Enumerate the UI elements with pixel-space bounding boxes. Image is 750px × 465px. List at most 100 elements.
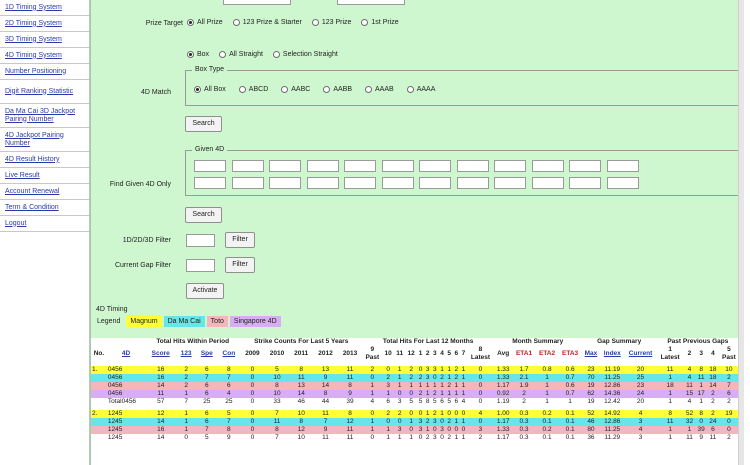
month-number: 6 [454, 350, 459, 357]
col-index-sort-link[interactable]: Index [600, 346, 624, 362]
sidebar-menu: 1D Timing System 2D Timing System 3D Timin… [0, 0, 89, 232]
radio-button[interactable] [281, 86, 289, 93]
given-4d-input[interactable] [344, 177, 376, 189]
given-4d-input[interactable] [456, 177, 489, 189]
given-4d-input[interactable] [456, 160, 489, 172]
col-max-sort-link[interactable]: Max [582, 346, 601, 362]
sidebar-item-3d-timing[interactable]: 3D Timing System [0, 32, 89, 48]
given-4d-input[interactable] [231, 160, 264, 172]
prize-target-option-123-prize[interactable]: 123 Prize [311, 19, 351, 26]
box-type-option-abcd[interactable]: ABCD [238, 86, 268, 93]
col-score-sort-link[interactable]: Score [145, 346, 176, 362]
table-row[interactable]: 2. 1245 12 1 6 5 0 7 10 11 8 0 2 2 0 0 1 2 1 0 0 0 4 1.00 0.3 0.2… [91, 410, 739, 418]
match-option-box[interactable]: Box [187, 51, 209, 58]
box-type-option-all-box[interactable]: All Box [194, 86, 226, 93]
box-type-option-aaab[interactable]: AAAB [365, 86, 394, 93]
sidebar-item-1d-timing[interactable]: 1D Timing System [0, 0, 89, 16]
table-row[interactable]: Total0456 57 7 25 25 0 33 46 44 39 4 6 3 5 5 8 5 6 5 6 4 0 1.1… [91, 398, 739, 406]
given-4d-input[interactable] [306, 177, 339, 189]
given-4d-input[interactable] [269, 160, 301, 172]
given-4d-input[interactable] [494, 177, 526, 189]
col-4d-sort-link[interactable]: 4D [107, 346, 145, 362]
sidebar-item-2d-timing[interactable]: 2D Timing System [0, 16, 89, 32]
sidebar-item-account-renewal[interactable]: Account Renewal [0, 184, 89, 200]
box-type-option-aabb[interactable]: AABB [323, 86, 352, 93]
prize-target-option-all-prize[interactable]: All Prize [187, 19, 223, 26]
given-4d-input[interactable] [381, 177, 414, 189]
given-4d-input[interactable] [306, 160, 339, 172]
table-cell: 15 [685, 390, 694, 397]
table-cell: 1 [425, 382, 430, 389]
table-row[interactable]: 1245 14 1 6 7 0 11 8 7 12 1 0 0 1 3 2 3 0 2 1 1 0 1.17 0.3 0.1 0.… [91, 418, 739, 426]
col-con-sort-link[interactable]: Con [218, 346, 241, 362]
gap-filter-input[interactable] [186, 259, 215, 272]
radio-button[interactable] [406, 86, 414, 93]
sidebar-item-damacai-3d-jackpot[interactable]: Da Ma Cai 3D Jackpot Pairing Number [0, 104, 89, 128]
table-row[interactable]: 0456 16 2 7 7 0 10 11 9 11 0 2 1 2 2 3 0 2 1 2 1 0 1.33 2.1 1 0.7… [91, 374, 739, 382]
given-4d-input[interactable] [269, 177, 301, 189]
sidebar-item-4d-timing[interactable]: 4D Timing System [0, 48, 89, 64]
box-type-option-aabc[interactable]: AABC [281, 86, 310, 93]
table-cell: 2 [454, 366, 459, 373]
given-4d-input[interactable] [494, 160, 526, 172]
given-4d-input[interactable] [606, 177, 639, 189]
radio-button[interactable] [272, 51, 280, 58]
gap-filter-button[interactable]: Filter [225, 257, 255, 273]
table-cell: 0 [461, 410, 466, 417]
sidebar-item-4d-jackpot[interactable]: 4D Jackpot Pairing Number [0, 128, 89, 152]
given-4d-input[interactable] [531, 160, 564, 172]
activate-button[interactable]: Activate [186, 283, 224, 299]
prize-target-option-123-prize-starter[interactable]: 123 Prize & Starter [232, 19, 302, 26]
radio-button[interactable] [238, 86, 246, 93]
123d-filter-input[interactable] [186, 234, 215, 247]
table-cell: 6 [386, 398, 390, 405]
given-4d-input[interactable] [381, 160, 414, 172]
given-4d-input[interactable] [419, 177, 451, 189]
given-4d-input[interactable] [569, 177, 601, 189]
col-123-sort-link[interactable]: 123 [176, 346, 196, 362]
table-cell: 12.42 [604, 398, 621, 405]
radio-button[interactable] [361, 19, 369, 26]
sidebar-item-live-result[interactable]: Live Result [0, 168, 89, 184]
123d-filter-button[interactable]: Filter [225, 232, 255, 248]
table-row[interactable]: 1. 0456 16 2 6 8 0 5 8 13 11 2 0 1 2 0 3 3 1 1 2 1 0 1.33 1.7 0.8… [91, 366, 739, 374]
match-option-all-straight[interactable]: All Straight [219, 51, 263, 58]
sidebar-item-number-positioning[interactable]: Number Positioning [0, 64, 89, 80]
match-option-selection-straight[interactable]: Selection Straight [272, 51, 338, 58]
col-current-sort-link[interactable]: Current [624, 346, 656, 362]
col-spe-sort-link[interactable]: Spe [196, 346, 217, 362]
sidebar-item-logout[interactable]: Logout [0, 216, 89, 232]
table-cell: 6 [440, 398, 444, 405]
given-4d-input[interactable] [194, 160, 226, 172]
given-4d-input[interactable] [419, 160, 451, 172]
table-row[interactable]: 0456 14 2 6 6 0 8 13 14 8 1 3 1 1 1 1 1 1 2 1 1 0 1.17 1.9 1 0.6 1… [91, 382, 739, 390]
given-4d-input[interactable] [231, 177, 264, 189]
given-4d-input[interactable] [344, 160, 376, 172]
given-4d-input[interactable] [194, 177, 226, 189]
given-4d-input[interactable] [569, 160, 601, 172]
radio-button[interactable] [194, 86, 201, 93]
given-4d-input[interactable] [606, 160, 639, 172]
prize-target-option-1st-prize[interactable]: 1st Prize [361, 19, 399, 26]
sidebar-item-term-condition[interactable]: Term & Condition [0, 200, 89, 216]
radio-button[interactable] [232, 19, 240, 26]
search-button[interactable]: Search [185, 116, 222, 132]
date-to-input[interactable] [337, 0, 405, 5]
radio-button[interactable] [365, 86, 372, 93]
given-4d-input[interactable] [531, 177, 564, 189]
table-cell: 11 [346, 434, 354, 441]
radio-button[interactable] [187, 51, 194, 58]
radio-button[interactable] [187, 19, 194, 26]
radio-button[interactable] [311, 19, 319, 26]
radio-button[interactable] [323, 86, 331, 93]
vertical-scrollbar[interactable] [738, 0, 744, 465]
radio-button[interactable] [219, 51, 227, 58]
date-from-input[interactable] [223, 0, 291, 5]
table-row[interactable]: 1245 14 0 5 9 0 7 10 11 11 0 1 1 1 0 2 3 0 2 1 1 2 1.17 0.3 0.1 0… [91, 434, 739, 442]
table-row[interactable]: 1245 16 1 7 8 0 8 12 9 11 1 1 3 0 3 1 0 3 0 0 0 3 1.33 0.3 0.2 0.… [91, 426, 739, 434]
sidebar-item-4d-result-history[interactable]: 4D Result History [0, 152, 89, 168]
sidebar-item-digit-ranking[interactable]: Digit Ranking Statistic [0, 80, 89, 104]
given-search-button[interactable]: Search [185, 207, 222, 223]
box-type-option-aaaa[interactable]: AAAA [406, 86, 435, 93]
table-row[interactable]: 0456 11 1 6 4 0 10 14 8 9 1 1 0 0 2 1 2 1 1 1 1 0 0.92 2 1 0.7 62 1… [91, 390, 739, 398]
